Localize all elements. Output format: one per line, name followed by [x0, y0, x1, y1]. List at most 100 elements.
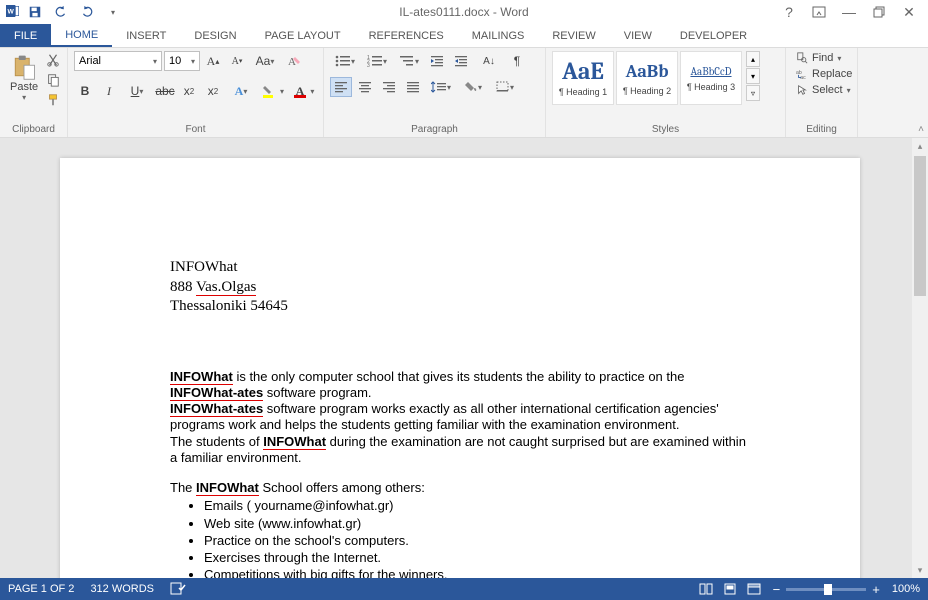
address-line-3: Thessaloniki 54645: [170, 297, 750, 317]
align-center-button[interactable]: [354, 77, 376, 97]
tab-insert[interactable]: INSERT: [112, 24, 180, 47]
font-size-select[interactable]: 10▾: [164, 51, 200, 71]
borders-button[interactable]: ▾: [490, 77, 520, 97]
zoom-in-button[interactable]: +: [872, 582, 880, 597]
show-marks-button[interactable]: ¶: [506, 51, 528, 71]
align-left-button[interactable]: [330, 77, 352, 97]
justify-button[interactable]: [402, 77, 424, 97]
minimize-button[interactable]: —: [838, 1, 860, 23]
shading-button[interactable]: ▾: [458, 77, 488, 97]
line-spacing-button[interactable]: ▾: [426, 77, 456, 97]
read-mode-button[interactable]: [697, 581, 715, 597]
tab-developer[interactable]: DEVELOPER: [666, 24, 761, 47]
ribbon: Paste ▾ Clipboard Arial▾ 10▾ A▴ A▾ Aa▾ A…: [0, 48, 928, 138]
restore-button[interactable]: [868, 1, 890, 23]
ribbon-display-options[interactable]: [808, 1, 830, 23]
zoom-slider[interactable]: [786, 588, 866, 591]
group-font: Arial▾ 10▾ A▴ A▾ Aa▾ A B I U▾ abc x2 x2 …: [68, 48, 324, 137]
svg-text:W: W: [8, 8, 15, 15]
tab-design[interactable]: DESIGN: [180, 24, 250, 47]
format-painter-button[interactable]: [44, 91, 62, 109]
styles-expand[interactable]: ▿: [746, 85, 760, 101]
decrease-indent-button[interactable]: [426, 51, 448, 71]
strikethrough-button[interactable]: abc: [154, 81, 176, 101]
change-case-button[interactable]: Aa▾: [250, 51, 280, 71]
zoom-level[interactable]: 100%: [892, 583, 920, 595]
qat-customize[interactable]: ▾: [102, 1, 124, 23]
vertical-scrollbar[interactable]: ▴ ▾: [912, 138, 928, 578]
font-color-button[interactable]: A▾: [290, 81, 320, 101]
scrollbar-thumb[interactable]: [914, 156, 926, 296]
copy-button[interactable]: [44, 71, 62, 89]
web-layout-button[interactable]: [745, 581, 763, 597]
text-effects-button[interactable]: A▾: [226, 81, 256, 101]
align-right-button[interactable]: [378, 77, 400, 97]
scroll-down-button[interactable]: ▾: [912, 562, 928, 578]
svg-text:ac: ac: [800, 75, 806, 80]
underline-button[interactable]: U▾: [122, 81, 152, 101]
increase-indent-button[interactable]: [450, 51, 472, 71]
tab-references[interactable]: REFERENCES: [355, 24, 458, 47]
save-button[interactable]: [24, 1, 46, 23]
close-button[interactable]: ✕: [898, 1, 920, 23]
sort-button[interactable]: A↓: [474, 51, 504, 71]
font-name-select[interactable]: Arial▾: [74, 51, 162, 71]
status-bar: PAGE 1 OF 2 312 WORDS − + 100%: [0, 578, 928, 600]
undo-button[interactable]: [50, 1, 72, 23]
zoom-out-button[interactable]: −: [773, 582, 781, 597]
bullets-button[interactable]: ▾: [330, 51, 360, 71]
select-button[interactable]: Select ▾: [792, 83, 856, 97]
tab-file[interactable]: FILE: [0, 24, 51, 47]
tab-home[interactable]: HOME: [51, 24, 112, 47]
paste-button[interactable]: Paste ▾: [6, 51, 42, 104]
print-layout-button[interactable]: [721, 581, 739, 597]
highlight-button[interactable]: ▾: [258, 81, 288, 101]
bold-button[interactable]: B: [74, 81, 96, 101]
tab-page-layout[interactable]: PAGE LAYOUT: [251, 24, 355, 47]
style-heading3[interactable]: AaBbCcD ¶ Heading 3: [680, 51, 742, 105]
grow-font-button[interactable]: A▴: [202, 51, 224, 71]
word-count[interactable]: 312 WORDS: [90, 583, 154, 595]
group-label-styles: Styles: [552, 123, 779, 137]
list-item: Competitions with big gifts for the winn…: [204, 567, 750, 578]
collapse-ribbon-button[interactable]: ˄: [918, 124, 924, 135]
list-item: Emails ( yourname@infowhat.gr): [204, 498, 750, 514]
multilevel-list-button[interactable]: ▾: [394, 51, 424, 71]
paragraph-4: The INFOWhat School offers among others:: [170, 480, 750, 496]
tab-view[interactable]: VIEW: [610, 24, 666, 47]
style-heading1[interactable]: AaE ¶ Heading 1: [552, 51, 614, 105]
tab-review[interactable]: REVIEW: [538, 24, 609, 47]
style-heading2[interactable]: AaBb ¶ Heading 2: [616, 51, 678, 105]
group-paragraph: ▾ 123▾ ▾ A↓ ¶ ▾ ▾ ▾ Paragraph: [324, 48, 546, 137]
superscript-button[interactable]: x2: [202, 81, 224, 101]
page[interactable]: INFOWhat 888 Vas.Olgas Thessaloniki 5464…: [60, 158, 860, 578]
group-label-clipboard: Clipboard: [6, 123, 61, 137]
find-button[interactable]: Find ▾: [792, 51, 856, 65]
cut-button[interactable]: [44, 51, 62, 69]
ribbon-tabs: FILE HOME INSERT DESIGN PAGE LAYOUT REFE…: [0, 24, 928, 48]
address-line-1: INFOWhat: [170, 258, 750, 278]
styles-scroll-down[interactable]: ▾: [746, 68, 760, 84]
shrink-font-button[interactable]: A▾: [226, 51, 248, 71]
italic-button[interactable]: I: [98, 81, 120, 101]
styles-scroll-up[interactable]: ▴: [746, 51, 760, 67]
window-title: IL-ates0111.docx - Word: [399, 5, 528, 19]
redo-button[interactable]: [76, 1, 98, 23]
paste-label: Paste: [10, 81, 38, 93]
svg-text:3: 3: [367, 63, 370, 67]
subscript-button[interactable]: x2: [178, 81, 200, 101]
paragraph-1: INFOWhat is the only computer school tha…: [170, 369, 750, 402]
bullet-list: Emails ( yourname@infowhat.gr) Web site …: [204, 498, 750, 578]
list-item: Web site (www.infowhat.gr): [204, 516, 750, 532]
proofing-button[interactable]: [170, 581, 186, 598]
clear-formatting-button[interactable]: A: [282, 51, 304, 71]
group-label-editing: Editing: [792, 123, 851, 137]
scroll-up-button[interactable]: ▴: [912, 138, 928, 154]
page-indicator[interactable]: PAGE 1 OF 2: [8, 583, 74, 595]
numbering-button[interactable]: 123▾: [362, 51, 392, 71]
help-button[interactable]: ?: [778, 1, 800, 23]
group-styles: AaE ¶ Heading 1 AaBb ¶ Heading 2 AaBbCcD…: [546, 48, 786, 137]
group-label-font: Font: [74, 123, 317, 137]
replace-button[interactable]: abacReplace: [792, 67, 856, 81]
tab-mailings[interactable]: MAILINGS: [458, 24, 539, 47]
